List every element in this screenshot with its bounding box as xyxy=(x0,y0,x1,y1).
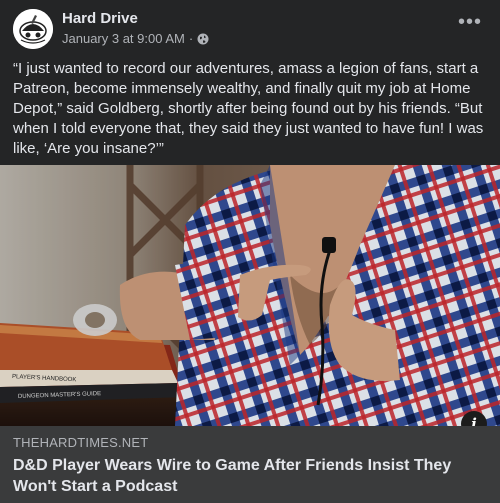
post-text: “I just wanted to record our adventures,… xyxy=(13,60,484,157)
more-horizontal-icon: ••• xyxy=(457,11,482,33)
more-options-button[interactable]: ••• xyxy=(456,11,484,38)
globe-icon[interactable] xyxy=(197,33,209,45)
post-timestamp[interactable]: January 3 at 9:00 AM xyxy=(62,31,185,46)
meta-separator: · xyxy=(188,31,194,46)
link-preview[interactable]: THEHARDTIMES.NET D&D Player Wears Wire t… xyxy=(0,426,500,503)
link-title[interactable]: D&D Player Wears Wire to Game After Frie… xyxy=(13,455,473,497)
post-meta: January 3 at 9:00 AM · xyxy=(62,31,209,46)
post-card: Hard Drive January 3 at 9:00 AM · ••• “I… xyxy=(0,0,500,503)
post-header: Hard Drive January 3 at 9:00 AM · ••• xyxy=(0,0,500,56)
post-photo[interactable]: PLAYER'S HANDBOOK DUNGEON MASTER'S GUIDE xyxy=(0,165,500,426)
link-domain: THEHARDTIMES.NET xyxy=(13,435,149,450)
hard-drive-logo-icon xyxy=(13,9,53,49)
page-avatar[interactable] xyxy=(13,9,53,49)
page-name-link[interactable]: Hard Drive xyxy=(62,10,138,27)
